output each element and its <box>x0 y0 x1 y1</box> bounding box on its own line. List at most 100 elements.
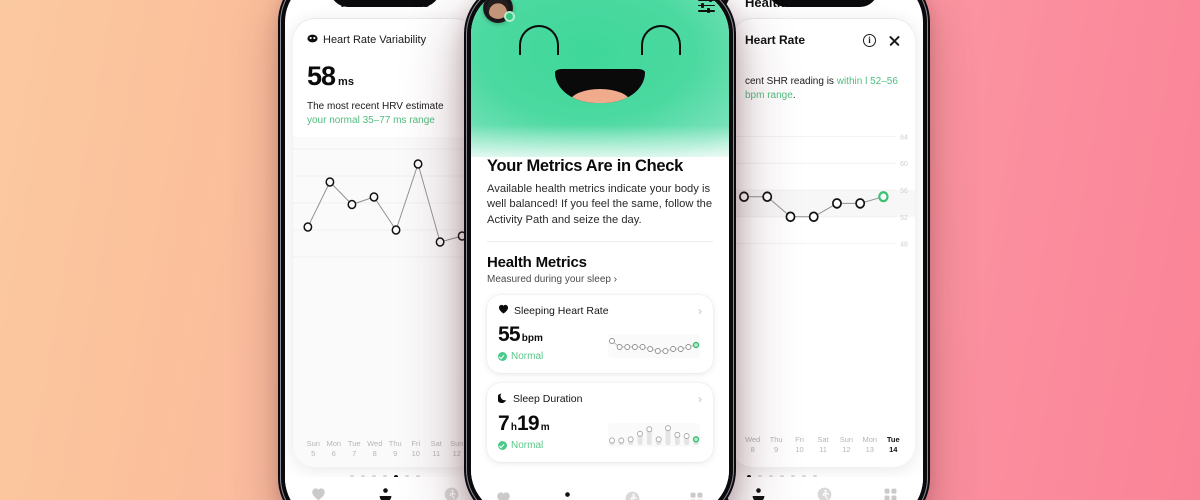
sd-head: Sleep Duration › <box>496 392 702 406</box>
hrv-value-number: 58 <box>307 61 336 91</box>
heart-icon <box>311 487 326 500</box>
tab-heart[interactable] <box>471 491 536 500</box>
data-point <box>808 211 819 223</box>
tab-running[interactable] <box>600 491 665 500</box>
heart-rate-x-axis: Wed 8 Thu 9 Fri 10 Sat 11 Sun 12 Mon 13 Tue 14 <box>731 435 915 455</box>
sparkline-point <box>665 425 671 432</box>
running-icon <box>444 487 459 500</box>
data-point <box>413 159 423 169</box>
x-tick: Mon 6 <box>324 439 345 459</box>
info-icon[interactable]: i <box>863 33 876 47</box>
phone-left-screen: 9:41 Health Metrics Heart Rate Variabili… <box>285 0 485 500</box>
sparkline-point <box>677 346 684 353</box>
shr-value-number: 55 <box>498 323 521 347</box>
sliders-icon[interactable] <box>698 0 715 14</box>
hrv-sheet: Heart Rate Variability 58 ms The most rec… <box>293 19 477 467</box>
check-icon <box>498 441 507 451</box>
close-icon[interactable] <box>888 34 901 47</box>
hrv-desc-plain: The most recent HRV estimate <box>307 101 444 112</box>
shr-left: 55 bpm Normal <box>498 324 543 362</box>
card-sleep-duration[interactable]: Sleep Duration › 7 h19 m Normal <box>487 383 713 463</box>
data-point <box>832 198 842 209</box>
shr-value: 55 bpm <box>498 324 543 345</box>
x-tick-day: Sat <box>817 434 829 444</box>
hrv-desc-green: your normal 35–77 ms range <box>307 114 435 126</box>
shr-title-row: Sleeping Heart Rate <box>498 304 609 317</box>
data-point <box>855 198 866 209</box>
online-indicator <box>504 11 515 22</box>
sparkline-point <box>631 344 638 351</box>
heart-rate-chart: 64 60 56 52 48 <box>731 132 915 249</box>
x-tick: Fri 10 <box>788 435 811 455</box>
hrv-chart-region: Sun 5 Mon 6 Tue 7 Wed 8 Thu 9 Fri 10 Sat 11 Sun 12 <box>293 137 477 467</box>
sparkline-point <box>627 436 634 443</box>
tab-grid[interactable] <box>665 491 730 500</box>
chevron-right-icon[interactable]: › <box>698 393 702 405</box>
sd-status-badge: Normal <box>498 440 550 451</box>
x-tick: Sun 12 <box>835 435 858 455</box>
hrv-icon-svg <box>307 34 318 43</box>
mascot-tongue <box>570 89 630 103</box>
tab-wellbeing[interactable] <box>536 491 601 500</box>
mascot-left-eye <box>519 25 559 55</box>
heart-rate-actions: i <box>863 33 901 47</box>
shr-title: Sleeping Heart Rate <box>514 304 609 317</box>
sparkline-point <box>624 344 631 351</box>
phone-left: 9:41 Health Metrics Heart Rate Variabili… <box>278 0 492 500</box>
shr-status-text: Normal <box>511 351 544 363</box>
x-tick-num: 10 <box>411 448 420 458</box>
wellbeing-icon <box>751 487 766 500</box>
x-tick-day: Wed <box>367 438 383 448</box>
x-tick-num: 11 <box>819 444 827 454</box>
y-tick-label: 60 <box>900 159 908 168</box>
sparkline-point-current <box>692 342 700 349</box>
x-tick-num: 8 <box>750 444 755 454</box>
wellbeing-icon <box>378 487 393 500</box>
phone-center-screen: Your Metrics Are in Check Available heal… <box>471 0 729 500</box>
x-tick: Sat 11 <box>426 439 447 459</box>
card-sleeping-heart-rate[interactable]: Sleeping Heart Rate › 55 bpm Normal <box>487 295 713 374</box>
sparkline-point <box>609 338 615 345</box>
heart-icon <box>496 491 511 500</box>
tab-activities[interactable]: Activities <box>791 487 857 500</box>
notch-left <box>330 0 440 7</box>
sd-sparkline <box>608 423 700 448</box>
hrv-description: The most recent HRV estimate your normal… <box>307 100 463 127</box>
sparkline-point <box>662 348 669 355</box>
tab-ellbeing[interactable]: ellbeing <box>725 487 791 500</box>
x-tick: Wed 8 <box>365 439 386 459</box>
sd-title: Sleep Duration <box>513 393 583 406</box>
mascot-right-eye <box>641 25 681 55</box>
mascot-mouth <box>555 69 645 103</box>
chevron-right-icon[interactable]: › <box>698 305 702 317</box>
section-subtitle[interactable]: Measured during your sleep › <box>487 274 713 285</box>
wellbeing-icon <box>560 491 575 500</box>
headline: Your Metrics Are in Check <box>487 157 684 175</box>
tab-insights[interactable]: Insights <box>857 487 923 500</box>
data-point <box>785 211 796 223</box>
x-tick: Wed 8 <box>741 435 764 455</box>
tab-wellbeing[interactable]: Wellbeing <box>352 487 419 500</box>
sparkline-point <box>674 432 681 439</box>
sd-hours: 7 <box>498 412 510 436</box>
hrv-value-unit: ms <box>338 76 354 88</box>
data-point <box>391 225 401 235</box>
x-tick-num: 5 <box>311 448 316 458</box>
x-tick-day: Mon <box>326 438 342 448</box>
sparkline-point <box>670 346 677 353</box>
x-tick-day: Fri <box>795 434 804 444</box>
sparkline-point <box>646 426 653 433</box>
data-point <box>325 177 335 187</box>
x-tick-day: Sun <box>839 434 854 444</box>
hr-desc-green: within <box>836 76 863 87</box>
tab-streak[interactable]: Streak <box>285 487 352 500</box>
x-tick-num: 7 <box>352 448 357 458</box>
phone-center: Your Metrics Are in Check Available heal… <box>464 0 736 500</box>
x-tick-day: Tue <box>347 438 361 448</box>
sparkline-point <box>647 346 654 353</box>
phone-right: Health Metrics Heart Rate i cent SHR rea… <box>716 0 930 500</box>
x-tick-num: 14 <box>889 444 898 454</box>
x-tick-num: 6 <box>331 448 336 458</box>
y-tick-label: 56 <box>900 186 908 195</box>
heart-rate-sheet: Heart Rate i cent SHR reading is within … <box>731 19 915 467</box>
